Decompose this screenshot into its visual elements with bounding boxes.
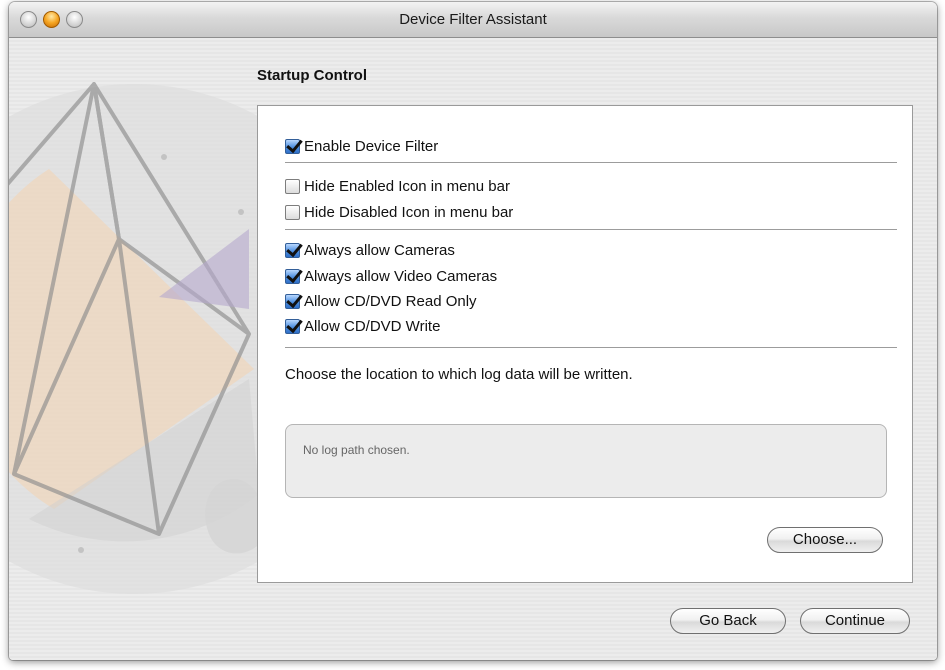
allow-cd-write-option[interactable]: Allow CD/DVD Write	[285, 317, 440, 335]
enable-device-filter-checkbox[interactable]	[285, 138, 300, 154]
section-title: Startup Control	[257, 67, 367, 84]
allow-cameras-option[interactable]: Always allow Cameras	[285, 241, 455, 259]
settings-panel: Enable Device Filter Hide Enabled Icon i…	[257, 105, 913, 583]
enable-device-filter-label: Enable Device Filter	[304, 137, 439, 155]
allow-cameras-checkbox[interactable]	[285, 242, 300, 258]
continue-button[interactable]: Continue	[800, 608, 910, 634]
separator	[285, 229, 897, 230]
hide-disabled-icon-checkbox[interactable]	[285, 204, 300, 220]
hide-enabled-icon-checkbox[interactable]	[285, 178, 300, 194]
title-bar[interactable]: Device Filter Assistant	[9, 2, 937, 38]
allow-cd-read-checkbox[interactable]	[285, 293, 300, 309]
go-back-button[interactable]: Go Back	[670, 608, 786, 634]
allow-cd-read-option[interactable]: Allow CD/DVD Read Only	[285, 292, 477, 310]
hide-disabled-icon-option[interactable]: Hide Disabled Icon in menu bar	[285, 203, 513, 221]
log-path-text: No log path chosen.	[303, 443, 410, 457]
log-path-field: No log path chosen.	[285, 424, 887, 498]
hide-enabled-icon-label: Hide Enabled Icon in menu bar	[304, 177, 510, 195]
separator	[285, 162, 897, 163]
choose-button[interactable]: Choose...	[767, 527, 883, 553]
hide-disabled-icon-label: Hide Disabled Icon in menu bar	[304, 203, 514, 221]
hide-enabled-icon-option[interactable]: Hide Enabled Icon in menu bar	[285, 177, 510, 195]
window-title: Device Filter Assistant	[399, 11, 547, 28]
allow-cd-read-label: Allow CD/DVD Read Only	[304, 292, 477, 310]
allow-video-cameras-option[interactable]: Always allow Video Cameras	[285, 267, 497, 285]
allow-cameras-label: Always allow Cameras	[304, 241, 455, 259]
allow-video-cameras-checkbox[interactable]	[285, 268, 300, 284]
log-location-label: Choose the location to which log data wi…	[285, 366, 633, 383]
enable-device-filter-option[interactable]: Enable Device Filter	[285, 137, 438, 155]
allow-video-cameras-label: Always allow Video Cameras	[304, 267, 498, 285]
allow-cd-write-checkbox[interactable]	[285, 318, 300, 334]
assistant-window: Device Filter Assistant Startup Control …	[9, 2, 937, 660]
allow-cd-write-label: Allow CD/DVD Write	[304, 317, 441, 335]
separator	[285, 347, 897, 348]
